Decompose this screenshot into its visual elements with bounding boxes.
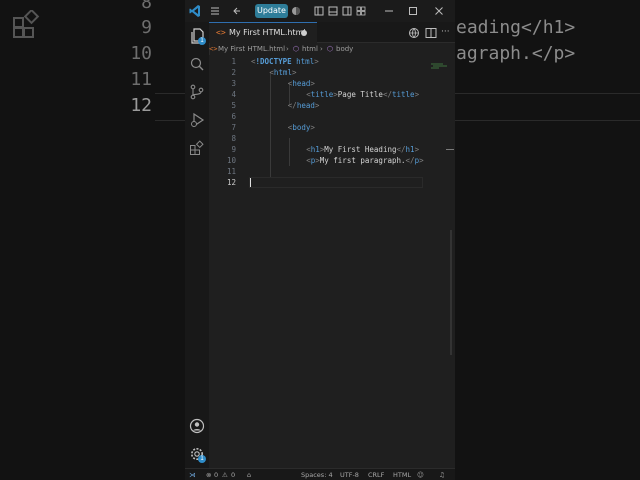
line-number: 7 <box>231 123 236 132</box>
bg-code-fragment: agraph.</p> <box>456 43 576 64</box>
menu-icon[interactable] <box>209 3 221 19</box>
line-number: 4 <box>231 90 236 99</box>
tab-my-first-html[interactable]: <> My First HTML.html <box>209 22 317 43</box>
code-editor[interactable]: 1 2 3 4 5 6 7 8 9 10 11 12 <!DOCTYPE html> <html> <hea… <box>209 55 455 468</box>
update-button[interactable]: Update <box>255 4 288 18</box>
status-bar: ⋊ ⊗ 0 ⚠ 0 ⌂ Spaces: 4 UTF-8 CRLF HTML ☺ … <box>185 468 455 480</box>
code-line: <head> <box>287 79 315 88</box>
bg-line-number: 8 <box>141 0 152 13</box>
breadcrumb: <> My First HTML.html › ⬡ html › ⬡ body <box>209 43 455 55</box>
breadcrumb-separator: › <box>286 45 289 53</box>
line-number: 8 <box>231 134 236 143</box>
scrollbar-thumb[interactable] <box>450 230 452 355</box>
eol-status[interactable]: CRLF <box>368 469 384 480</box>
breadcrumb-separator: › <box>320 45 323 53</box>
copilot-icon[interactable] <box>290 3 302 19</box>
split-editor-icon[interactable] <box>408 25 422 39</box>
bg-line-number: 9 <box>141 17 152 38</box>
minimize-icon[interactable] <box>383 3 395 19</box>
source-control-icon[interactable] <box>189 84 205 100</box>
toggle-panel-icon[interactable] <box>327 3 339 19</box>
run-debug-icon[interactable] <box>189 112 205 128</box>
indent-guide <box>270 72 271 177</box>
search-icon[interactable] <box>189 56 205 72</box>
breadcrumb-element-icon: ⬡ <box>327 45 334 53</box>
vscode-logo-icon <box>189 5 200 17</box>
split-view-icon[interactable] <box>425 25 439 39</box>
warnings-count[interactable]: 0 <box>231 469 235 480</box>
line-number: 2 <box>231 68 236 77</box>
vscode-window: Update 1 1 <> My First HTML.html ··· <> … <box>185 0 455 480</box>
notifications-icon[interactable]: ♫ <box>439 469 445 480</box>
language-mode-status[interactable]: HTML <box>393 469 411 480</box>
remote-icon[interactable]: ⋊ <box>189 469 196 480</box>
bg-line-number: 11 <box>130 69 152 90</box>
activity-bar: 1 1 <box>185 22 210 468</box>
breadcrumb-html[interactable]: html <box>302 43 318 55</box>
unsaved-dot-icon[interactable] <box>301 30 307 36</box>
errors-count[interactable]: 0 <box>214 469 218 480</box>
html-file-icon: <> <box>216 28 226 37</box>
line-number: 11 <box>226 167 236 176</box>
code-line: <p>My first paragraph.</p> <box>306 156 424 165</box>
breadcrumb-element-icon: ⬡ <box>293 45 300 53</box>
back-arrow-icon[interactable] <box>231 3 243 19</box>
bg-line-number: 10 <box>130 43 152 64</box>
line-number: 5 <box>231 101 236 110</box>
warnings-icon[interactable]: ⚠ <box>222 469 228 480</box>
code-line: <h1>My First Heading</h1> <box>306 145 420 154</box>
line-number: 9 <box>231 145 236 154</box>
bg-line-number: 12 <box>130 95 152 116</box>
settings-badge: 1 <box>198 455 206 463</box>
breadcrumb-file[interactable]: My First HTML.html <box>218 43 285 55</box>
line-number: 6 <box>231 112 236 121</box>
copilot-status-icon[interactable]: ☺ <box>417 469 424 480</box>
port-forward-icon[interactable]: ⌂ <box>247 469 251 480</box>
code-line: </head> <box>287 101 320 110</box>
minimap[interactable] <box>429 56 449 69</box>
explorer-icon[interactable]: 1 <box>189 28 206 45</box>
line-number: 3 <box>231 79 236 88</box>
extensions-icon[interactable] <box>189 140 205 156</box>
toggle-secondary-sidebar-icon[interactable] <box>341 3 353 19</box>
code-line: <title>Page Title</title> <box>306 90 420 99</box>
close-icon[interactable] <box>433 3 445 19</box>
line-number: 1 <box>231 57 236 66</box>
line-number: 10 <box>226 156 236 165</box>
breadcrumb-file-icon: <> <box>209 45 218 53</box>
line-number: 12 <box>226 178 236 187</box>
errors-icon[interactable]: ⊗ <box>206 469 211 480</box>
vertical-scrollbar[interactable] <box>447 55 455 468</box>
toggle-sidebar-icon[interactable] <box>313 3 325 19</box>
code-line: <!DOCTYPE html> <box>251 57 319 66</box>
code-line: <html> <box>269 68 297 77</box>
extensions-icon <box>13 10 40 38</box>
tab-label: My First HTML.html <box>229 28 306 37</box>
indent-guide <box>289 138 290 166</box>
current-line-highlight <box>249 177 423 188</box>
text-cursor <box>250 178 251 187</box>
editor-tabs: <> My First HTML.html ··· <box>209 22 455 43</box>
encoding-status[interactable]: UTF-8 <box>340 469 359 480</box>
indentation-status[interactable]: Spaces: 4 <box>301 469 333 480</box>
breadcrumb-body[interactable]: body <box>336 43 353 55</box>
bg-code-fragment: eading</h1> <box>456 17 576 38</box>
settings-gear-icon[interactable]: 1 <box>189 446 206 463</box>
account-icon[interactable] <box>189 418 205 434</box>
maximize-icon[interactable] <box>407 3 419 19</box>
code-line: <body> <box>287 123 315 132</box>
title-bar: Update <box>185 0 455 23</box>
explorer-badge: 1 <box>198 37 206 45</box>
customize-layout-icon[interactable] <box>355 3 367 19</box>
more-actions-icon[interactable]: ··· <box>441 25 453 39</box>
